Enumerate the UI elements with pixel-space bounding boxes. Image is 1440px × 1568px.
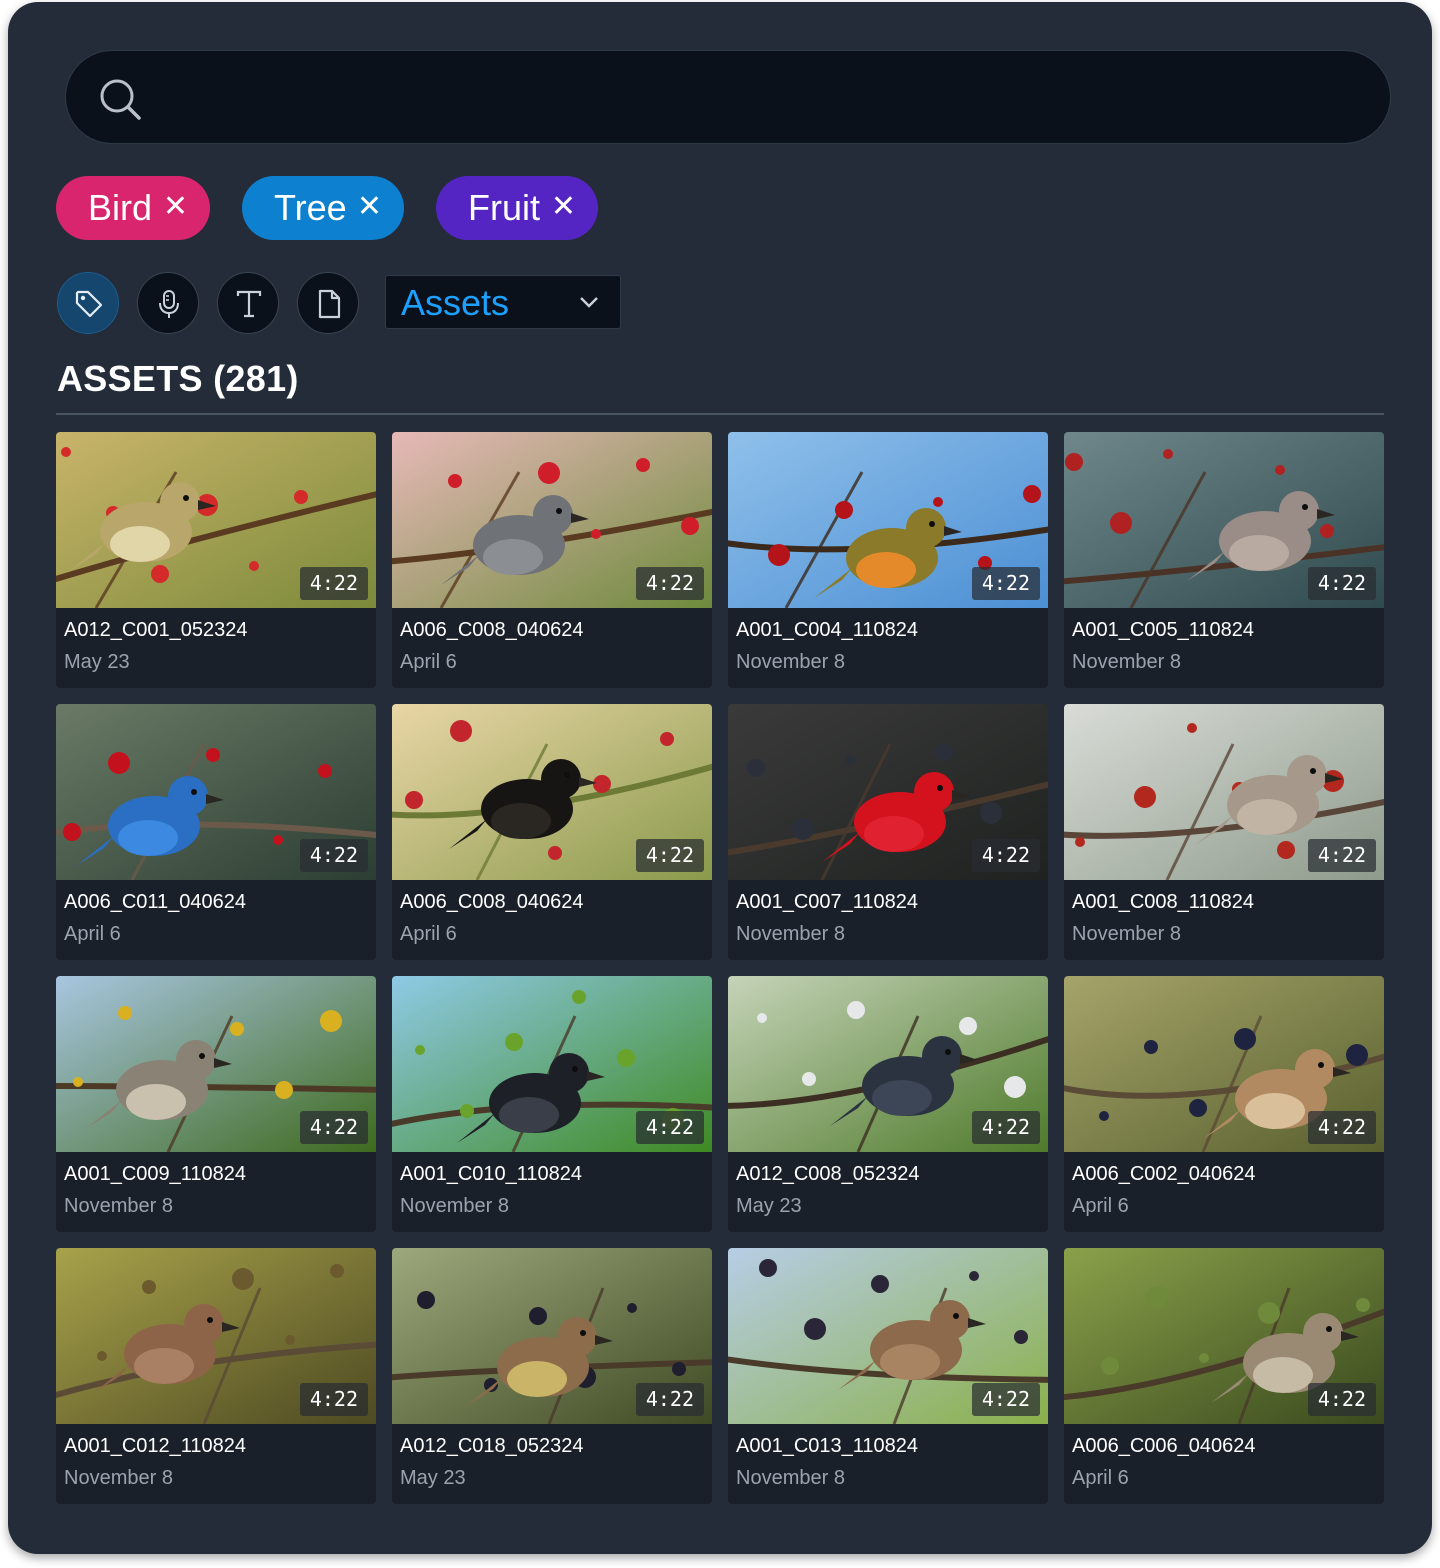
asset-name: A006_C011_040624 [64,891,247,913]
duration-badge: 4:22 [635,1383,704,1416]
asset-date: November 8 [64,1467,173,1489]
text-filter-button[interactable] [217,272,279,334]
tag-icon [75,290,103,318]
asset-name: A001_C004_110824 [736,619,919,641]
asset-card[interactable]: 4:22 A006_C008_040624 April 6 [392,432,712,688]
asset-name: A001_C012_110824 [64,1435,247,1457]
duration-badge: 4:22 [635,567,704,600]
asset-date: April 6 [1072,1195,1129,1217]
asset-type-select[interactable]: Assets [385,275,621,329]
filter-chip-bird: Bird ✕ [56,176,210,240]
document-icon [318,289,341,319]
asset-date: November 8 [400,1195,509,1217]
search-bar[interactable] [65,50,1391,144]
asset-name: A001_C008_110824 [1072,891,1255,913]
asset-name: A012_C018_052324 [400,1435,584,1457]
asset-card[interactable]: 4:22 A001_C012_110824 November 8 [56,1248,376,1504]
tag-filter-button[interactable] [57,272,119,334]
duration-badge: 4:22 [635,1111,704,1144]
asset-name: A006_C008_040624 [400,891,584,913]
asset-browser-panel: Bird ✕ Tree ✕ Fruit ✕ Assets ASSETS (281… [8,2,1432,1554]
asset-date: November 8 [736,1467,845,1489]
asset-date: May 23 [400,1467,466,1489]
chip-label: Fruit [468,187,540,228]
asset-card[interactable]: 4:22 A006_C011_040624 April 6 [56,704,376,960]
close-icon[interactable]: ✕ [551,176,576,238]
duration-badge: 4:22 [1307,567,1376,600]
asset-card[interactable]: 4:22 A012_C008_052324 May 23 [728,976,1048,1232]
asset-card[interactable]: 4:22 A012_C018_052324 May 23 [392,1248,712,1504]
chevron-down-icon [580,297,598,308]
duration-badge: 4:22 [1307,839,1376,872]
asset-card[interactable]: 4:22 A001_C013_110824 November 8 [728,1248,1048,1504]
duration-badge: 4:22 [299,1383,368,1416]
asset-card[interactable]: 4:22 A012_C001_052324 May 23 [56,432,376,688]
section-divider [56,413,1384,415]
chip-label: Tree [274,187,347,228]
duration-badge: 4:22 [1307,1111,1376,1144]
search-icon [100,79,141,120]
asset-card[interactable]: 4:22 A001_C009_110824 November 8 [56,976,376,1232]
asset-date: November 8 [64,1195,173,1217]
asset-date: April 6 [1072,1467,1129,1489]
asset-date: November 8 [736,923,845,945]
duration-badge: 4:22 [971,1111,1040,1144]
asset-name: A001_C013_110824 [736,1435,919,1457]
asset-date: April 6 [64,923,121,945]
duration-badge: 4:22 [635,839,704,872]
text-icon [236,290,262,318]
asset-card[interactable]: 4:22 A006_C008_040624 April 6 [392,704,712,960]
duration-badge: 4:22 [971,1383,1040,1416]
select-value: Assets [401,282,510,323]
asset-name: A001_C005_110824 [1072,619,1255,641]
asset-date: April 6 [400,651,457,673]
asset-name: A006_C008_040624 [400,619,584,641]
asset-card[interactable]: 4:22 A001_C010_110824 November 8 [392,976,712,1232]
asset-name: A001_C007_110824 [736,891,919,913]
asset-card[interactable]: 4:22 A006_C006_040624 April 6 [1064,1248,1384,1504]
voice-filter-button[interactable] [137,272,199,334]
filter-chip-fruit: Fruit ✕ [436,176,598,240]
microphone-icon [159,290,179,318]
asset-name: A012_C008_052324 [736,1163,920,1185]
asset-name: A006_C002_040624 [1072,1163,1256,1185]
asset-date: May 23 [64,651,130,673]
asset-name: A001_C009_110824 [64,1163,247,1185]
asset-date: November 8 [1072,651,1181,673]
asset-card[interactable]: 4:22 A001_C005_110824 November 8 [1064,432,1384,688]
asset-date: November 8 [1072,923,1181,945]
duration-badge: 4:22 [299,839,368,872]
duration-badge: 4:22 [299,1111,368,1144]
asset-card[interactable]: 4:22 A006_C002_040624 April 6 [1064,976,1384,1232]
close-icon[interactable]: ✕ [357,176,382,238]
close-icon[interactable]: ✕ [163,176,188,238]
asset-date: November 8 [736,651,845,673]
chip-label: Bird [88,187,153,228]
search-input[interactable] [166,71,1350,127]
asset-name: A001_C010_110824 [400,1163,583,1185]
filter-chip-tree: Tree ✕ [242,176,404,240]
asset-name: A012_C001_052324 [64,619,248,641]
asset-date: May 23 [736,1195,802,1217]
asset-card[interactable]: 4:22 A001_C007_110824 November 8 [728,704,1048,960]
duration-badge: 4:22 [971,839,1040,872]
duration-badge: 4:22 [1307,1383,1376,1416]
section-title: ASSETS (281) [57,358,299,399]
asset-card[interactable]: 4:22 A001_C004_110824 November 8 [728,432,1048,688]
asset-card[interactable]: 4:22 A001_C008_110824 November 8 [1064,704,1384,960]
document-filter-button[interactable] [297,272,359,334]
asset-name: A006_C006_040624 [1072,1435,1256,1457]
asset-date: April 6 [400,923,457,945]
duration-badge: 4:22 [971,567,1040,600]
duration-badge: 4:22 [299,567,368,600]
